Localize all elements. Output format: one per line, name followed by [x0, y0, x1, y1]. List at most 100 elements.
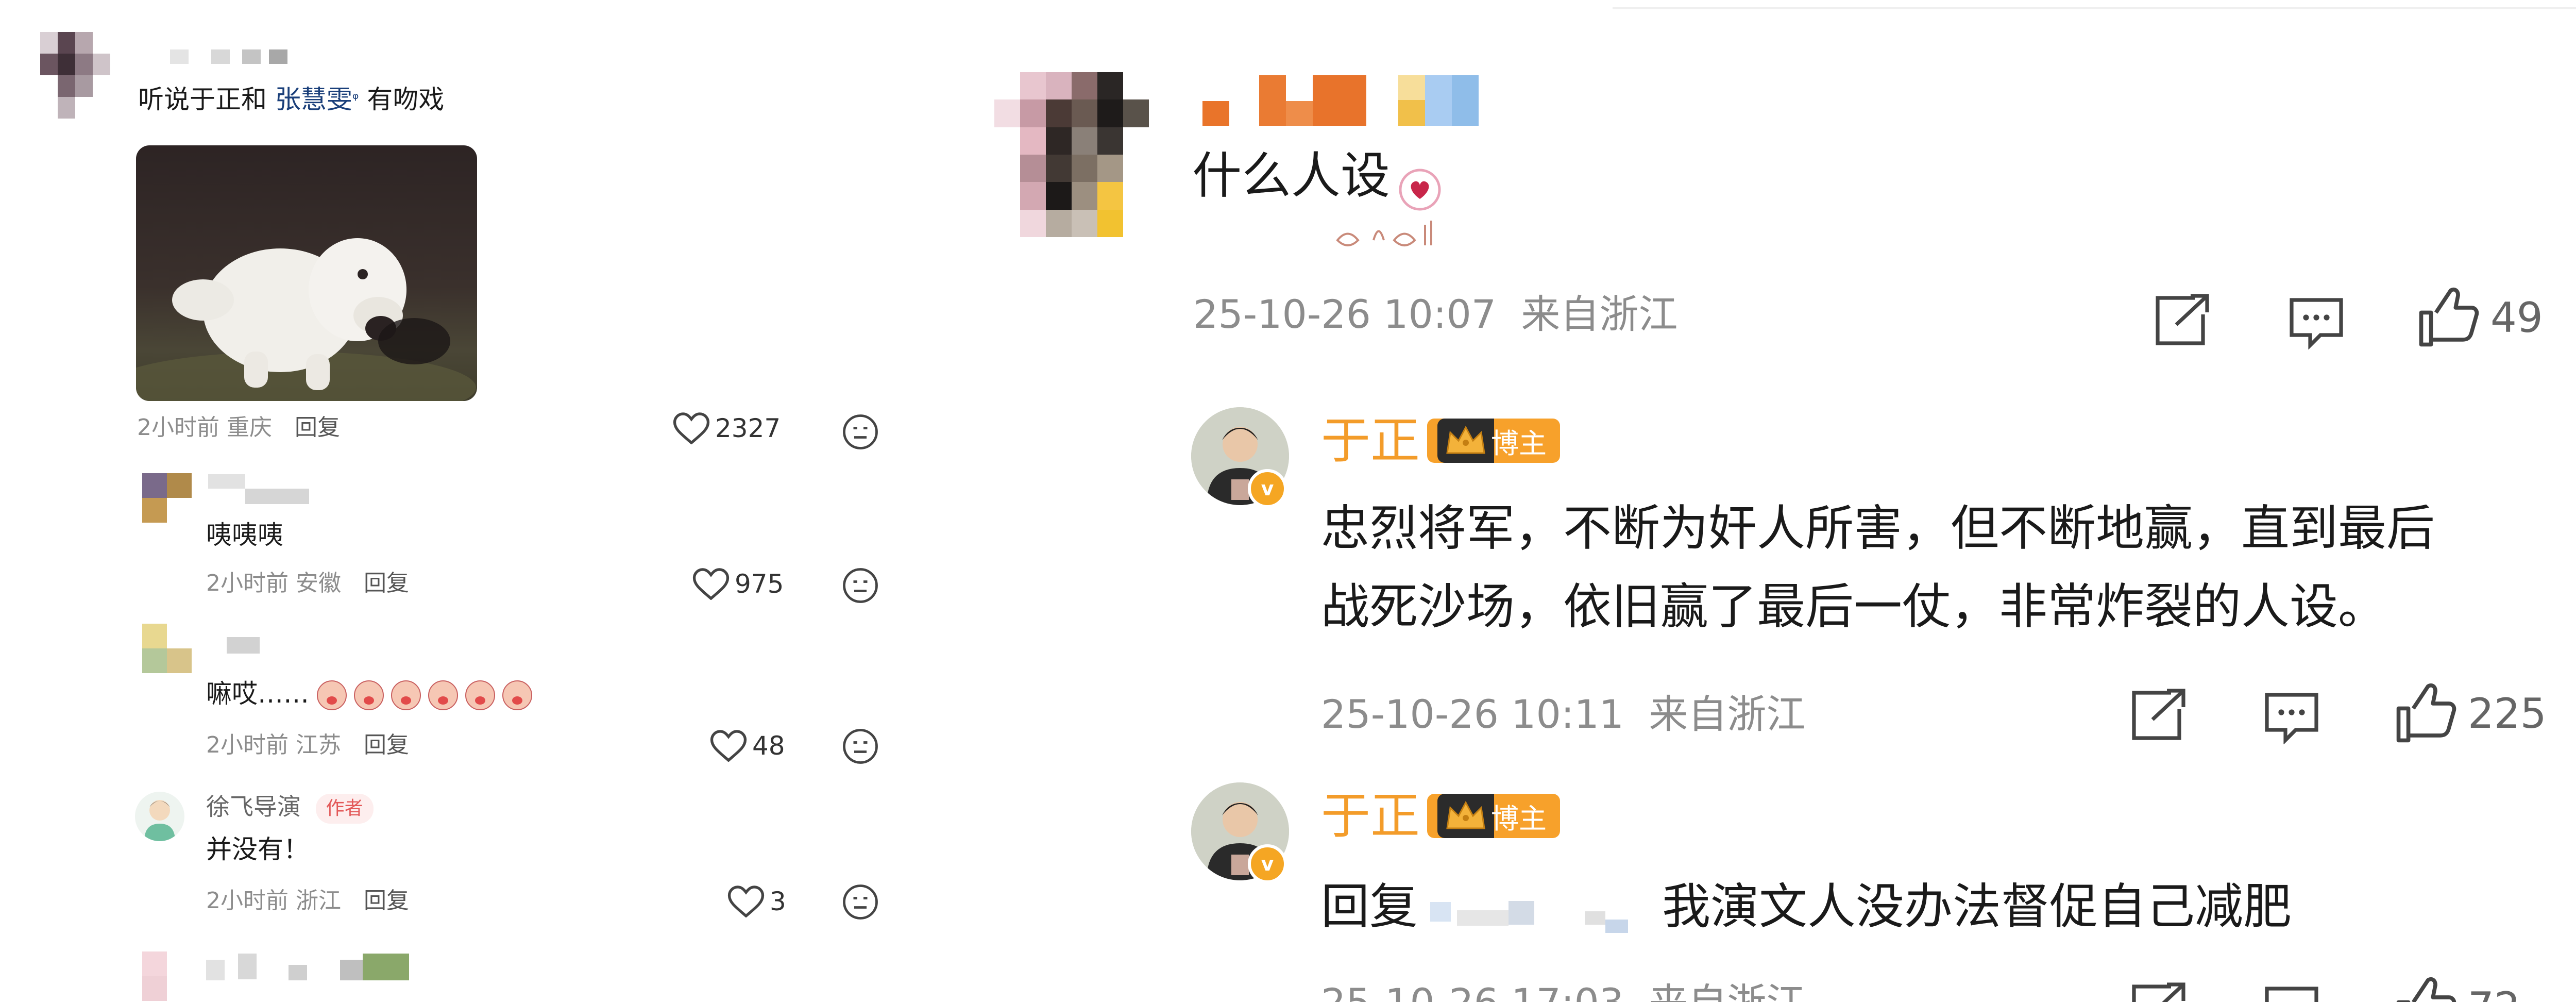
divider	[1613, 7, 2576, 9]
reply-meta: 25-10-26 17:03 来自浙江	[1321, 977, 1805, 1002]
search-icon: ᵠ	[352, 90, 359, 108]
reply-time: 2小时前	[206, 888, 289, 914]
crown-icon	[1437, 794, 1494, 838]
comment-icon[interactable]	[2263, 984, 2320, 1002]
heart-icon	[710, 730, 747, 762]
reply-username-row: 于正 博主	[1321, 788, 1560, 844]
reply-prefix: 回复	[1321, 879, 1418, 935]
like-count: 2327	[715, 413, 781, 443]
like-count: 975	[735, 569, 784, 599]
comment-icon[interactable]	[2263, 691, 2320, 744]
like-button[interactable]: 3	[727, 886, 786, 917]
like-button[interactable]: 72	[2394, 975, 2520, 1002]
reply-text: 忠烈将军，不断为奸人所害，但不断地赢，直到最后战死沙场，依旧赢了最后一仗，非常炸…	[1321, 500, 2435, 635]
emoji-icon[interactable]	[842, 728, 879, 765]
crying-emoji-icons	[312, 676, 539, 712]
reply-text: 嘛哎……	[206, 675, 539, 712]
emoji-icon[interactable]	[842, 413, 879, 450]
emoji-icon[interactable]	[842, 567, 879, 604]
like-button[interactable]: 975	[692, 568, 784, 600]
reply-text: 回复 我演文人没办法督促自己减肥	[1321, 871, 2292, 943]
blogger-badge-label: 博主	[1491, 802, 1547, 835]
comment-meta: 2小时前 重庆 回复	[137, 412, 340, 443]
reply-meta: 2小时前 安徽 回复	[206, 568, 409, 599]
reply-location: 安徽	[296, 570, 341, 596]
sticker	[1322, 163, 1446, 256]
avatar[interactable]	[142, 624, 192, 673]
heart-icon	[673, 412, 710, 444]
avatar[interactable]	[994, 72, 1149, 237]
username-blurred	[170, 49, 289, 65]
blogger-badge-label: 博主	[1491, 427, 1547, 460]
reply-text: 咦咦咦	[206, 520, 283, 550]
like-count: 72	[2468, 983, 2520, 1002]
verified-icon: v	[1248, 469, 1287, 508]
reply-time: 2小时前	[206, 570, 289, 596]
share-icon[interactable]	[2130, 689, 2188, 742]
reply-text: 并没有！	[206, 834, 309, 864]
reply-timestamp: 25-10-26 10:11	[1321, 691, 1624, 737]
username-blurred	[1202, 75, 1481, 127]
reply-meta: 25-10-26 10:11 来自浙江	[1321, 689, 1805, 740]
heart-icon	[692, 568, 730, 600]
emoji-icon[interactable]	[842, 883, 879, 921]
reply-username[interactable]: 于正	[1321, 788, 1420, 844]
share-icon[interactable]	[2154, 294, 2211, 347]
reply-button[interactable]: 回复	[364, 732, 409, 758]
author-username[interactable]: 徐飞导演	[206, 793, 301, 821]
author-badge: 作者	[315, 793, 374, 824]
reply-time: 2小时前	[206, 732, 289, 758]
dog-illustration	[136, 238, 476, 401]
reply-location: 浙江	[296, 888, 341, 914]
thumbs-up-icon	[2416, 286, 2480, 349]
reply-button[interactable]: 回复	[364, 888, 409, 914]
comment-text-suffix: 有吻戏	[359, 85, 445, 114]
reply-content: 我演文人没办法督促自己减肥	[1662, 879, 2292, 935]
comment-timestamp: 25-10-26 10:07	[1193, 291, 1497, 337]
right-comment-panel: 什么人设 25-10-26 10:07 来自浙江 49 v 于正 博主 忠烈将军…	[927, 0, 2576, 1002]
comment-location: 重庆	[227, 414, 272, 441]
avatar[interactable]	[142, 473, 192, 523]
author-username-row: 徐飞导演 作者	[206, 790, 374, 824]
like-button[interactable]: 48	[710, 730, 785, 762]
comment-text-prefix: 听说于正和	[138, 85, 275, 114]
username-blurred	[208, 474, 309, 505]
crown-icon	[1437, 419, 1494, 463]
username-blurred	[208, 637, 270, 656]
mention-link[interactable]: 张慧雯	[275, 85, 352, 114]
thumbs-up-icon	[2394, 975, 2458, 1002]
comment-icon[interactable]	[2287, 296, 2345, 349]
left-comment-panel: 听说于正和 张慧雯ᵠ 有吻戏 2小时前 重庆 回复 2327 咦咦咦 2小时前 …	[0, 0, 927, 1002]
avatar[interactable]	[142, 951, 192, 1001]
reply-target-blurred[interactable]	[1430, 881, 1647, 933]
like-button[interactable]: 49	[2416, 286, 2543, 349]
reply-username[interactable]: 于正	[1321, 412, 1420, 469]
reply-location: 江苏	[296, 732, 341, 758]
reply-source: 来自浙江	[1649, 691, 1806, 737]
comment-source: 来自浙江	[1521, 291, 1678, 337]
like-count: 49	[2490, 293, 2543, 342]
reply-button[interactable]: 回复	[364, 570, 409, 596]
like-button[interactable]: 225	[2394, 681, 2547, 745]
heart-icon	[727, 886, 765, 917]
reply-username-row: 于正 博主	[1321, 412, 1560, 469]
avatar[interactable]	[135, 792, 184, 841]
blogger-badge: 博主	[1427, 794, 1560, 838]
like-count: 48	[752, 731, 785, 761]
reply-text-content: 嘛哎……	[206, 679, 309, 709]
reply-button[interactable]: 回复	[295, 414, 340, 441]
username-blurred	[206, 954, 412, 984]
verified-icon: v	[1248, 844, 1287, 883]
thumbs-up-icon	[2394, 681, 2458, 745]
reply-meta: 2小时前 江苏 回复	[206, 730, 409, 761]
avatar[interactable]	[40, 32, 110, 119]
like-count: 225	[2468, 689, 2547, 738]
share-icon[interactable]	[2130, 982, 2188, 1002]
like-count: 3	[770, 887, 786, 916]
like-button[interactable]: 2327	[673, 412, 781, 444]
comment-meta: 25-10-26 10:07 来自浙江	[1193, 289, 1677, 340]
comment-text: 听说于正和 张慧雯ᵠ 有吻戏	[138, 81, 444, 118]
reply-timestamp: 25-10-26 17:03	[1321, 980, 1624, 1002]
comment-image[interactable]	[136, 145, 477, 401]
reply-meta: 2小时前 浙江 回复	[206, 886, 409, 916]
